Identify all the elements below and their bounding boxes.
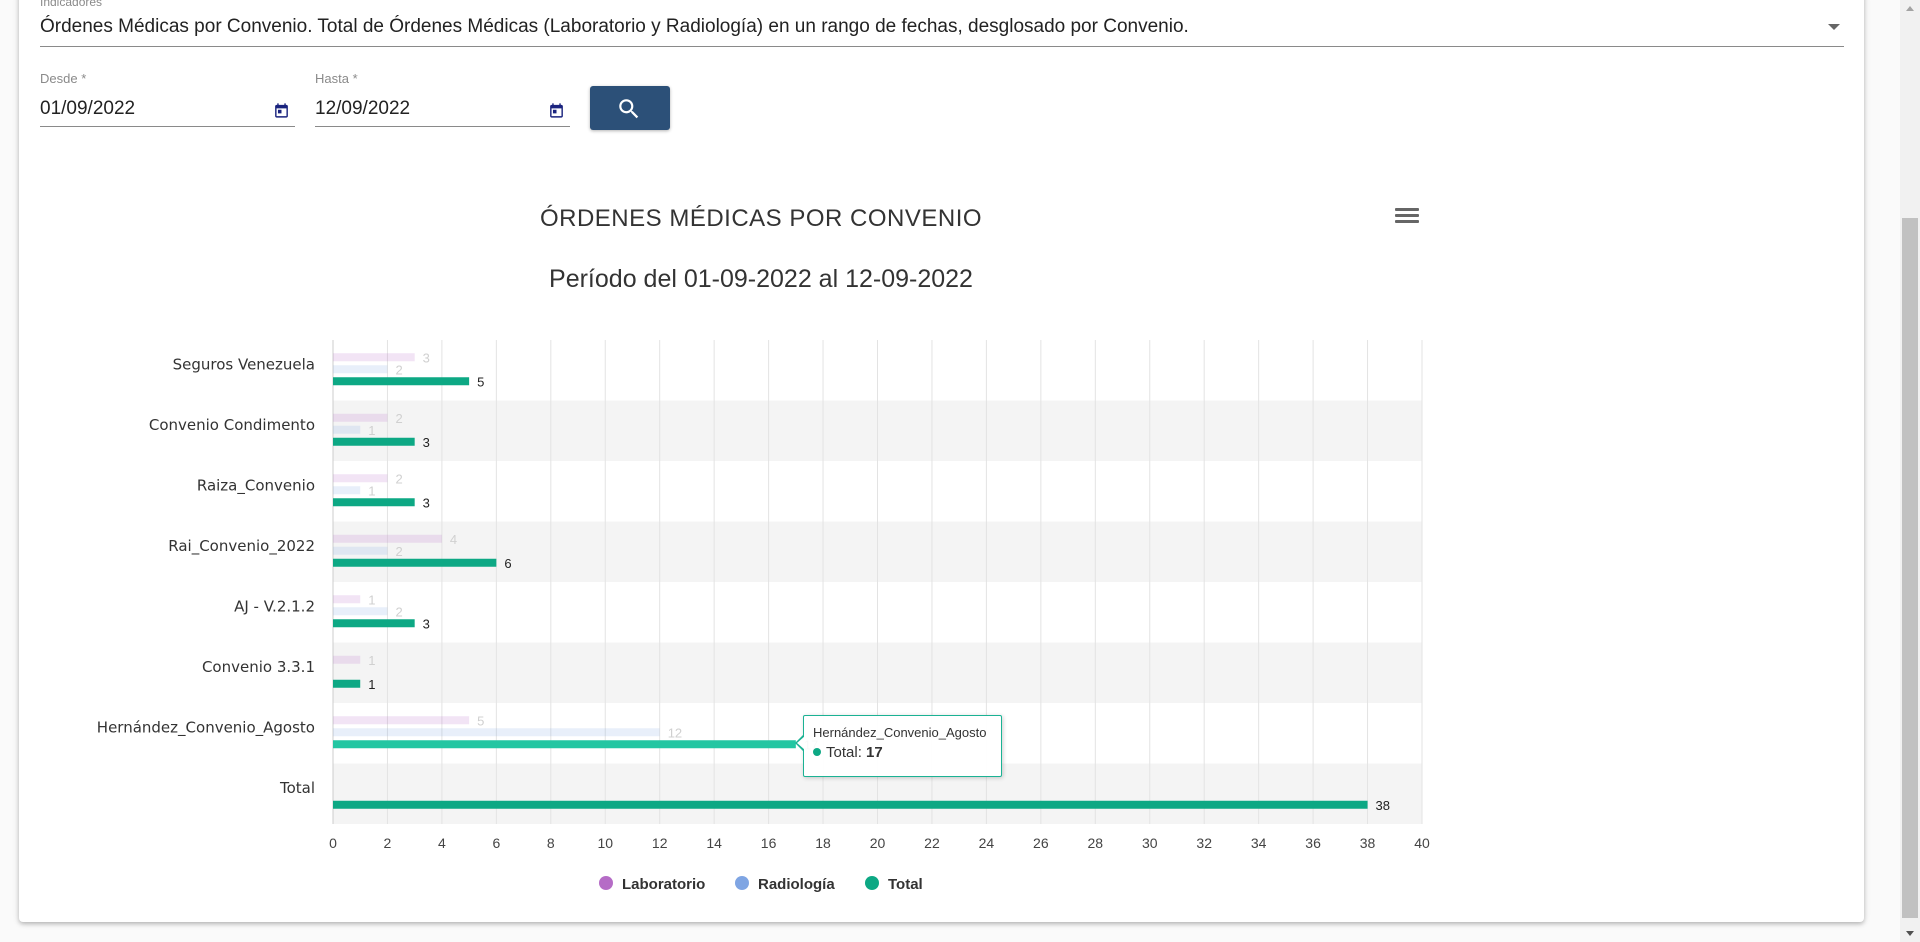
category-label-hernandez-convenio-agosto: Hernández_Convenio_Agosto xyxy=(97,718,315,737)
bar-laboratorio-raiza-convenio xyxy=(333,474,388,483)
tooltip-series: Total xyxy=(826,744,858,761)
x-tick-label: 16 xyxy=(761,835,777,851)
scroll-up-arrow-icon[interactable] xyxy=(1906,6,1914,11)
data-label-laboratorio-convenio-3-3-1: 1 xyxy=(368,653,375,668)
data-label-total-convenio-3-3-1: 1 xyxy=(368,677,375,692)
data-label-radiologia-hernandez-convenio-agosto: 12 xyxy=(668,725,682,740)
bar-radiologia-aj-v-2-1-2 xyxy=(333,607,388,616)
scrollbar-thumb[interactable] xyxy=(1902,218,1918,918)
data-label-laboratorio-rai-convenio-2022: 4 xyxy=(450,532,457,547)
bar-total-raiza-convenio xyxy=(333,498,415,507)
bar-radiologia-convenio-condimento xyxy=(333,425,361,434)
hamburger-menu-icon[interactable] xyxy=(1395,208,1419,228)
category-label-rai-convenio-2022: Rai_Convenio_2022 xyxy=(168,537,315,556)
x-tick-label: 34 xyxy=(1251,835,1267,851)
page-scrollbar[interactable] xyxy=(1900,0,1920,942)
chart-subtitle: Período del 01-09-2022 al 12-09-2022 xyxy=(549,265,973,293)
x-tick-label: 22 xyxy=(924,835,940,851)
bar-total-rai-convenio-2022 xyxy=(333,558,497,567)
bar-total-hernandez-convenio-agosto xyxy=(333,740,796,749)
tooltip-value: 17 xyxy=(866,744,883,761)
bar-laboratorio-hernandez-convenio-agosto xyxy=(333,716,470,725)
bar-radiologia-rai-convenio-2022 xyxy=(333,546,388,555)
x-tick-label: 36 xyxy=(1305,835,1321,851)
tooltip-dot xyxy=(813,748,821,756)
data-label-laboratorio-convenio-condimento: 2 xyxy=(395,411,402,426)
chart-title: ÓRDENES MÉDICAS POR CONVENIO xyxy=(539,205,983,232)
data-label-total-convenio-condimento: 3 xyxy=(423,435,430,450)
bar-total-total xyxy=(333,800,1368,809)
data-label-laboratorio-aj-v-2-1-2: 1 xyxy=(368,592,375,607)
x-tick-label: 18 xyxy=(815,835,831,851)
data-label-radiologia-convenio-condimento: 1 xyxy=(368,423,375,438)
legend-marker-laboratorio xyxy=(599,876,613,890)
legend-marker-total xyxy=(865,876,879,890)
chart-tooltip: Hernández_Convenio_Agosto Total: 17 xyxy=(795,715,1002,777)
data-label-total-aj-v-2-1-2: 3 xyxy=(423,616,430,631)
scroll-down-arrow-icon[interactable] xyxy=(1906,931,1914,936)
bar-laboratorio-convenio-condimento xyxy=(333,413,388,422)
x-tick-label: 32 xyxy=(1196,835,1212,851)
x-tick-label: 26 xyxy=(1033,835,1049,851)
bar-total-aj-v-2-1-2 xyxy=(333,619,415,628)
legend-item-radiologia[interactable]: Radiología xyxy=(758,876,835,893)
orders-by-agreement-chart: 0 2 4 6 8 10 12 14 16 18 20 22 24 26 28 30 32 34 36 38 40Seg… xyxy=(97,340,1430,893)
legend-item-total[interactable]: Total xyxy=(888,876,923,893)
data-label-laboratorio-raiza-convenio: 2 xyxy=(395,471,402,486)
x-tick-label: 6 xyxy=(492,835,500,851)
data-label-total-total: 38 xyxy=(1376,798,1390,813)
x-tick-label: 24 xyxy=(979,835,995,851)
bar-laboratorio-seguros-venezuela xyxy=(333,353,415,362)
bar-laboratorio-rai-convenio-2022 xyxy=(333,534,442,543)
data-label-radiologia-raiza-convenio: 1 xyxy=(368,483,375,498)
tooltip-line: Total: 17 xyxy=(813,744,883,761)
x-tick-label: 14 xyxy=(706,835,722,851)
legend-marker-radiologia xyxy=(735,876,749,890)
data-label-total-raiza-convenio: 3 xyxy=(423,495,430,510)
x-tick-label: 28 xyxy=(1088,835,1104,851)
x-tick-label: 8 xyxy=(547,835,555,851)
x-tick-label: 0 xyxy=(329,835,337,851)
x-tick-label: 20 xyxy=(870,835,886,851)
bar-total-seguros-venezuela xyxy=(333,377,470,386)
data-label-total-seguros-venezuela: 5 xyxy=(477,374,484,389)
data-label-laboratorio-seguros-venezuela: 3 xyxy=(423,350,430,365)
category-label-seguros-venezuela: Seguros Venezuela xyxy=(173,355,315,373)
x-tick-label: 38 xyxy=(1360,835,1376,851)
bar-total-convenio-condimento xyxy=(333,437,415,446)
bar-radiologia-raiza-convenio xyxy=(333,486,361,495)
category-label-convenio-condimento: Convenio Condimento xyxy=(149,416,315,434)
data-label-laboratorio-hernandez-convenio-agosto: 5 xyxy=(477,713,484,728)
bar-radiologia-seguros-venezuela xyxy=(333,365,388,374)
category-label-aj-v-2-1-2: AJ - V.2.1.2 xyxy=(234,597,315,615)
bar-total-convenio-3-3-1 xyxy=(333,679,361,688)
x-tick-label: 10 xyxy=(597,835,613,851)
x-tick-label: 40 xyxy=(1414,835,1430,851)
data-label-radiologia-seguros-venezuela: 2 xyxy=(395,362,402,377)
x-tick-label: 12 xyxy=(652,835,668,851)
tooltip-title: Hernández_Convenio_Agosto xyxy=(813,725,987,740)
category-label-convenio-3-3-1: Convenio 3.3.1 xyxy=(202,658,315,676)
bar-laboratorio-aj-v-2-1-2 xyxy=(333,595,361,604)
data-label-radiologia-rai-convenio-2022: 2 xyxy=(395,544,402,559)
x-tick-label: 4 xyxy=(438,835,446,851)
x-tick-label: 30 xyxy=(1142,835,1158,851)
category-label-raiza-convenio: Raiza_Convenio xyxy=(197,476,315,495)
legend-item-laboratorio[interactable]: Laboratorio xyxy=(622,876,705,893)
data-label-total-rai-convenio-2022: 6 xyxy=(504,556,511,571)
bar-laboratorio-convenio-3-3-1 xyxy=(333,655,361,664)
data-label-radiologia-aj-v-2-1-2: 2 xyxy=(395,604,402,619)
x-tick-label: 2 xyxy=(384,835,392,851)
bar-radiologia-hernandez-convenio-agosto xyxy=(333,728,660,737)
category-label-total: Total xyxy=(279,779,315,797)
